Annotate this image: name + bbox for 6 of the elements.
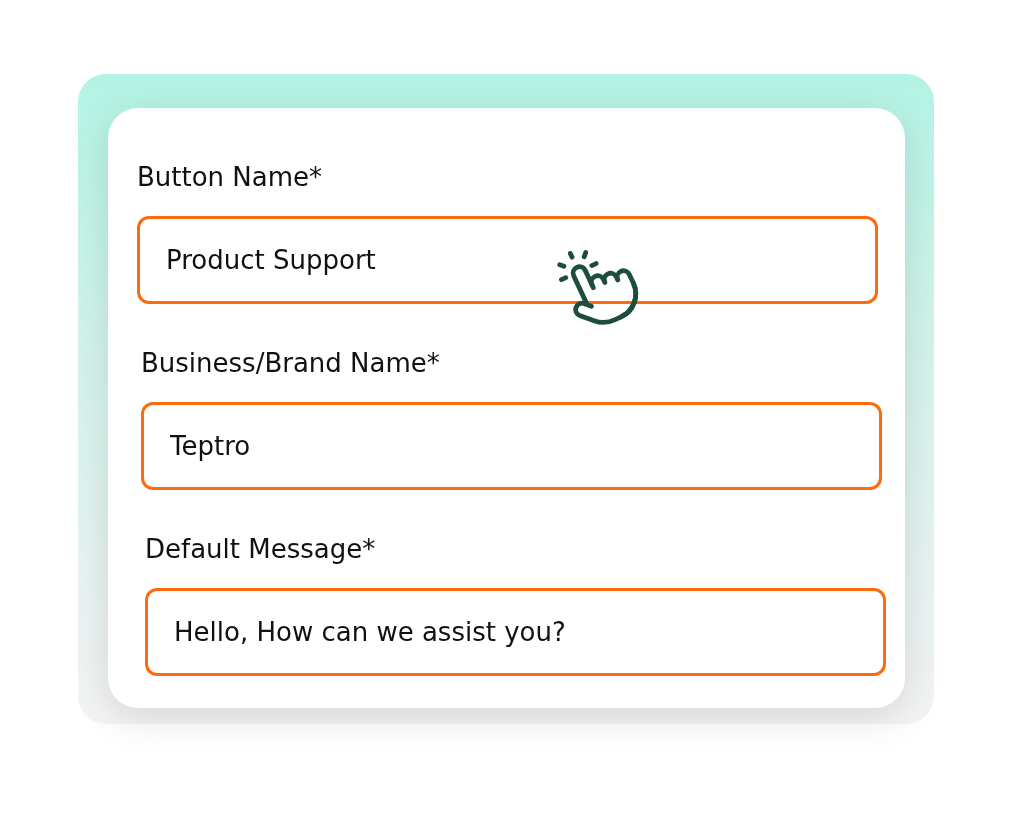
field-label: Business/Brand Name*	[141, 347, 441, 380]
text-field[interactable]: Teptro	[141, 402, 882, 490]
text-field[interactable]: Product Support	[137, 216, 878, 304]
field-label: Button Name*	[137, 161, 324, 194]
text-field[interactable]: Hello, How can we assist you?	[145, 588, 886, 676]
field-label: Default Message*	[145, 533, 377, 566]
